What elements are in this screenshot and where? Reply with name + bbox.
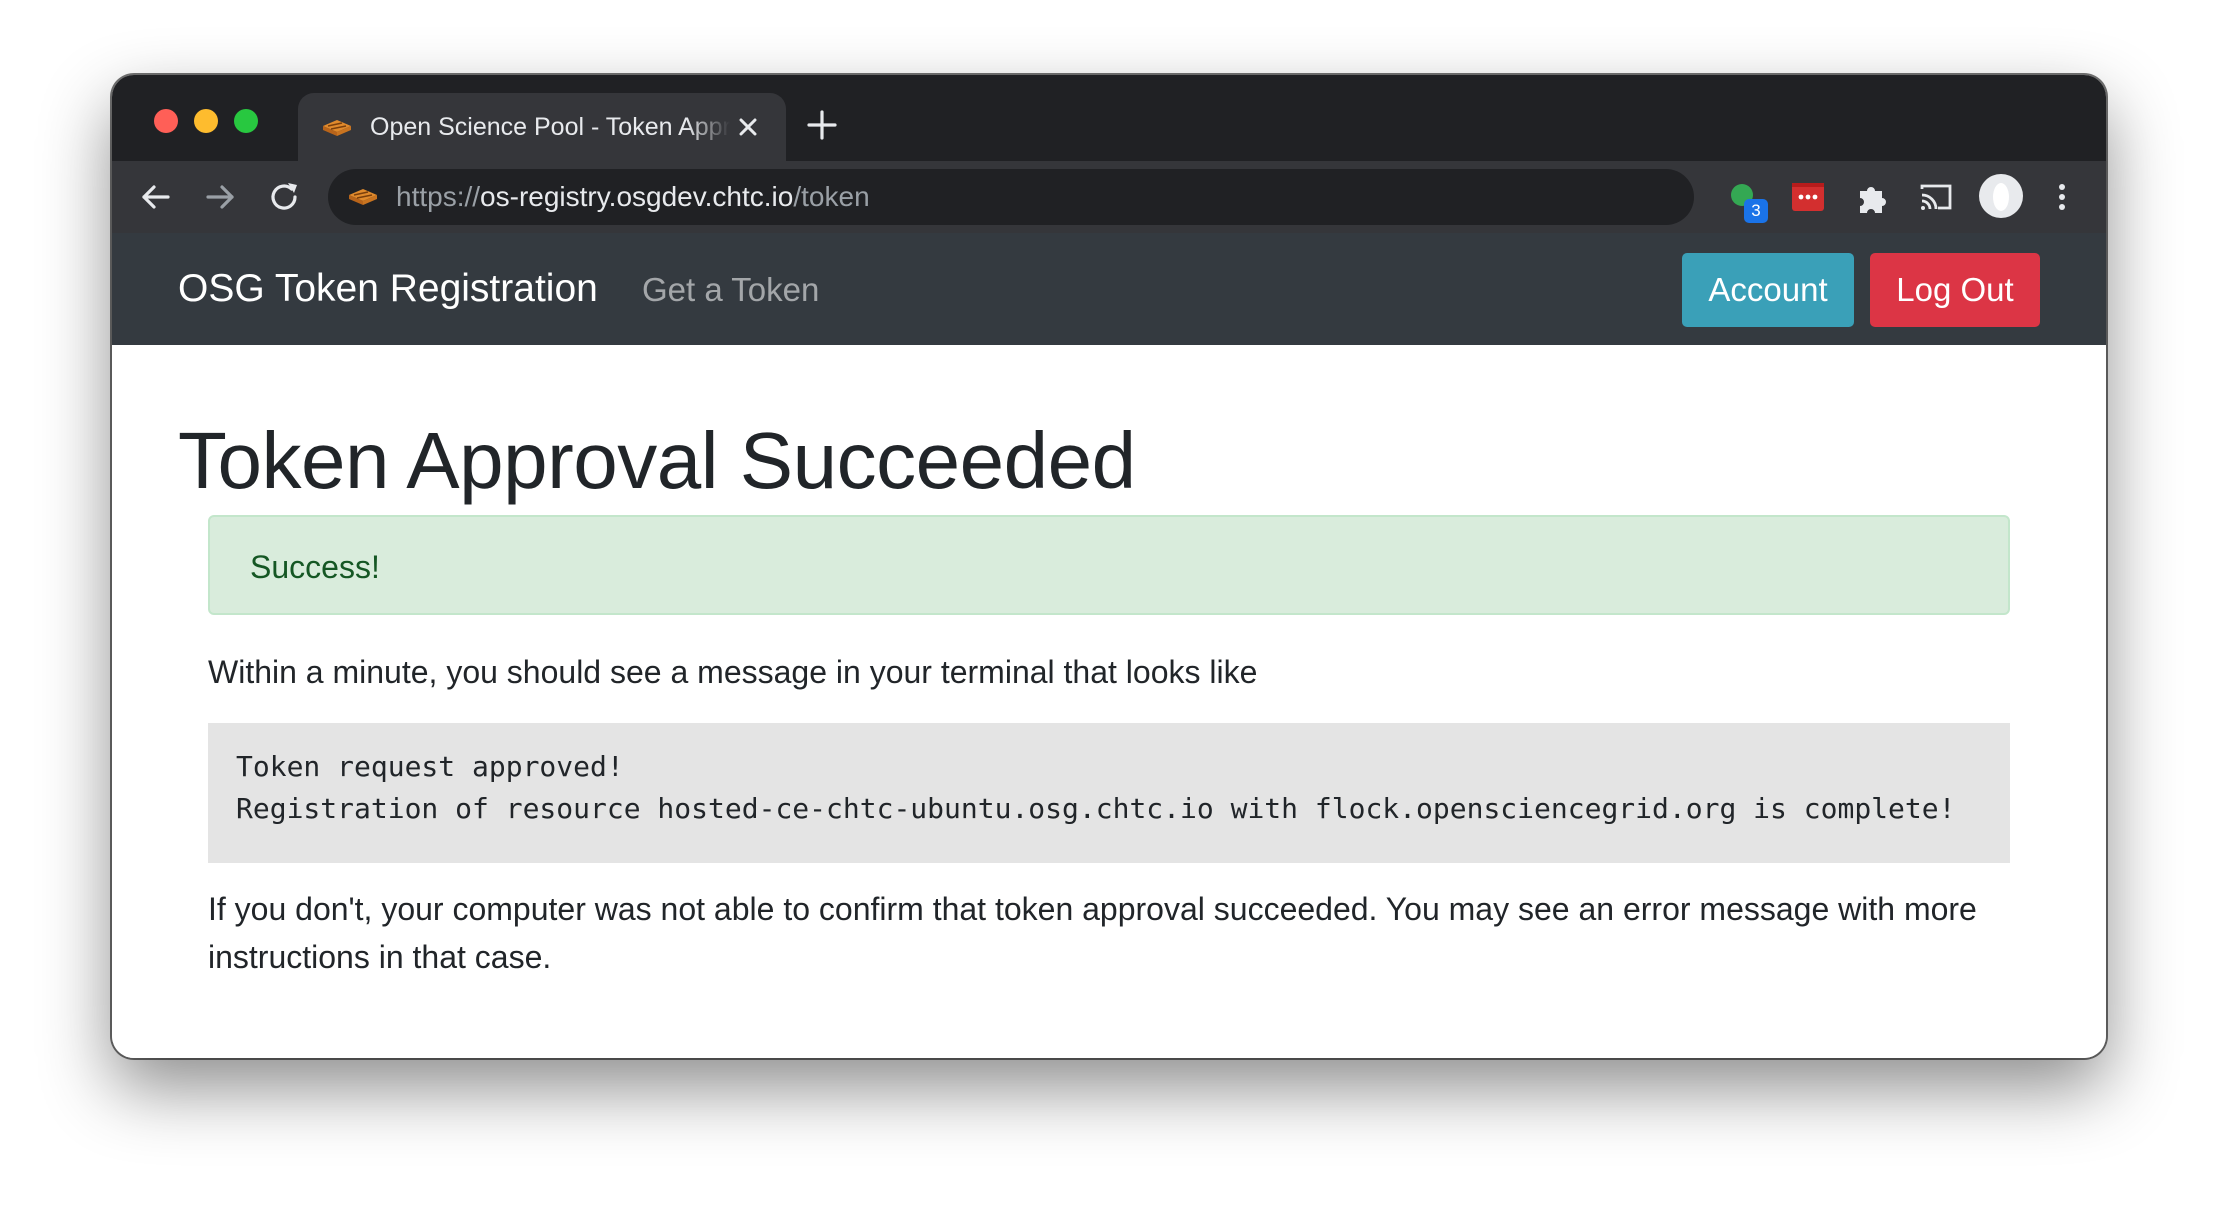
password-manager-icon[interactable] bbox=[1788, 177, 1828, 217]
forward-arrow-icon[interactable] bbox=[200, 177, 240, 217]
tab-strip: Open Science Pool - Token Approval Succe… bbox=[112, 75, 2106, 161]
alert-message: Success! bbox=[250, 549, 380, 585]
osg-favicon-icon bbox=[349, 189, 377, 205]
intro-paragraph: Within a minute, you should see a messag… bbox=[208, 654, 1258, 690]
minimize-window-button[interactable] bbox=[194, 109, 218, 133]
site-navbar: OSG Token Registration Get a Token Accou… bbox=[112, 233, 2106, 345]
terminal-output-block: Token request approved! Registration of … bbox=[208, 723, 2010, 863]
kebab-menu-icon[interactable] bbox=[2042, 177, 2082, 217]
account-button[interactable]: Account bbox=[1682, 253, 1854, 327]
close-icon[interactable] bbox=[734, 113, 762, 141]
code-line: Token request approved! bbox=[236, 750, 624, 783]
back-arrow-icon[interactable] bbox=[136, 177, 176, 217]
page-title: Token Approval Succeeded bbox=[178, 416, 1136, 505]
note-paragraph: If you don't, your computer was not able… bbox=[208, 891, 1977, 975]
browser-window: Open Science Pool - Token Approval Succe… bbox=[112, 75, 2106, 1058]
reload-icon[interactable] bbox=[264, 177, 304, 217]
tab-title: Open Science Pool - Token Approval Succe… bbox=[370, 113, 730, 141]
close-window-button[interactable] bbox=[154, 109, 178, 133]
plus-icon[interactable] bbox=[804, 107, 840, 143]
navbar-brand[interactable]: OSG Token Registration bbox=[178, 265, 598, 313]
code-line: Registration of resource hosted-ce-chtc-… bbox=[236, 792, 1956, 825]
url-scheme: https:// bbox=[396, 181, 481, 212]
success-alert: Success! bbox=[208, 515, 2010, 615]
profile-avatar-icon[interactable] bbox=[1978, 173, 2024, 219]
browser-tab-active[interactable]: Open Science Pool - Token Approval Succe… bbox=[298, 93, 786, 161]
extension-badge: 3 bbox=[1744, 199, 1768, 223]
url-path: /token bbox=[793, 181, 870, 212]
browser-toolbar: https://os-registry.osgdev.chtc.io/token… bbox=[112, 161, 2106, 233]
osg-favicon-icon bbox=[323, 120, 351, 136]
url-text: https://os-registry.osgdev.chtc.io/token bbox=[396, 179, 870, 215]
web-page: OSG Token Registration Get a Token Accou… bbox=[112, 233, 2106, 1058]
extensions-puzzle-icon[interactable] bbox=[1852, 177, 1892, 217]
cast-icon[interactable] bbox=[1916, 177, 1956, 217]
url-host: os-registry.osgdev.chtc.io bbox=[480, 181, 794, 212]
nav-link-get-a-token[interactable]: Get a Token bbox=[642, 269, 819, 311]
maximize-window-button[interactable] bbox=[234, 109, 258, 133]
address-bar[interactable]: https://os-registry.osgdev.chtc.io/token bbox=[328, 169, 1694, 225]
logout-button[interactable]: Log Out bbox=[1870, 253, 2040, 327]
